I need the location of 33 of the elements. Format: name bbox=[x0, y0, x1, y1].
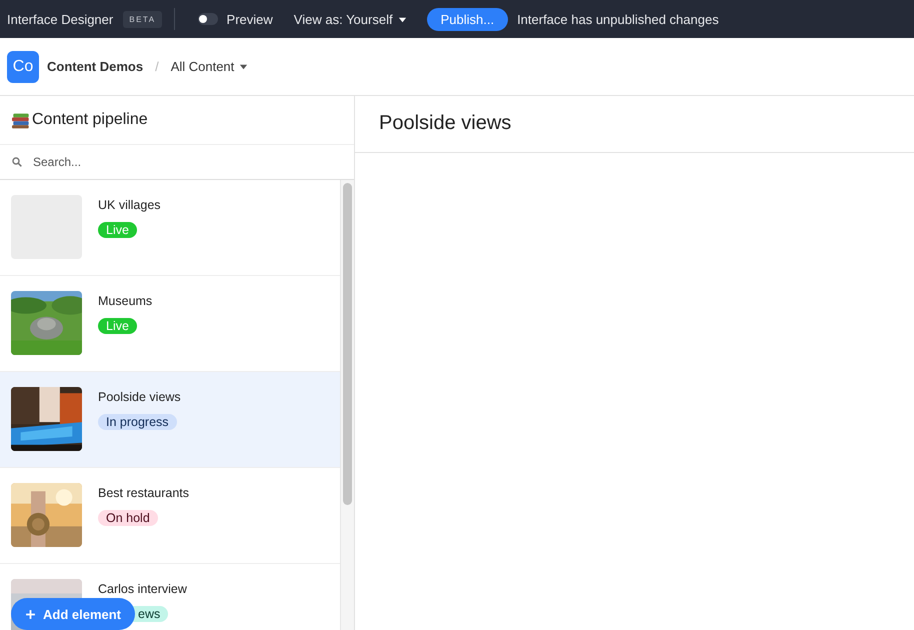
status-text: Interface has unpublished changes bbox=[517, 12, 719, 26]
search-icon bbox=[12, 157, 22, 167]
item-title: Carlos interview bbox=[98, 582, 187, 596]
preview-label: Preview bbox=[226, 12, 273, 26]
base-name[interactable]: Content Demos bbox=[47, 59, 144, 74]
caret-icon bbox=[239, 62, 248, 71]
item-title: Museums bbox=[98, 294, 152, 308]
publish-button[interactable]: Publish... bbox=[426, 8, 508, 30]
item-title: UK villages bbox=[98, 198, 161, 212]
view-as-dropdown[interactable]: View as: Yourself bbox=[294, 12, 407, 26]
preview-toggle[interactable] bbox=[198, 13, 218, 25]
page-dropdown[interactable]: All Content bbox=[170, 59, 248, 74]
add-element-button[interactable]: Add element bbox=[11, 598, 136, 630]
plus-icon bbox=[25, 608, 36, 620]
item-title: Best restaurants bbox=[98, 486, 190, 500]
app-title: Interface Designer bbox=[7, 12, 114, 26]
list-item[interactable]: Best restaurants On hold bbox=[0, 468, 340, 564]
status-tag: On hold bbox=[98, 510, 158, 526]
caret-icon bbox=[398, 14, 407, 24]
list-item[interactable]: Museums Live bbox=[0, 276, 340, 372]
status-tag: Live bbox=[98, 222, 137, 238]
item-title: Poolside views bbox=[98, 390, 181, 404]
status-tag: In progress bbox=[98, 414, 177, 430]
base-logo[interactable]: Co bbox=[7, 50, 39, 82]
list-item[interactable]: UK villages Live bbox=[0, 180, 340, 276]
books-icon bbox=[12, 111, 30, 129]
detail-title: Poolside views bbox=[355, 96, 914, 153]
sidebar-title: Content pipeline bbox=[32, 111, 148, 129]
status-tag: Live bbox=[98, 318, 137, 334]
list-item[interactable]: Poolside views In progress bbox=[0, 372, 340, 468]
scrollbar[interactable] bbox=[340, 180, 354, 630]
breadcrumb-separator: / bbox=[155, 59, 159, 74]
beta-badge: BETA bbox=[123, 10, 162, 28]
